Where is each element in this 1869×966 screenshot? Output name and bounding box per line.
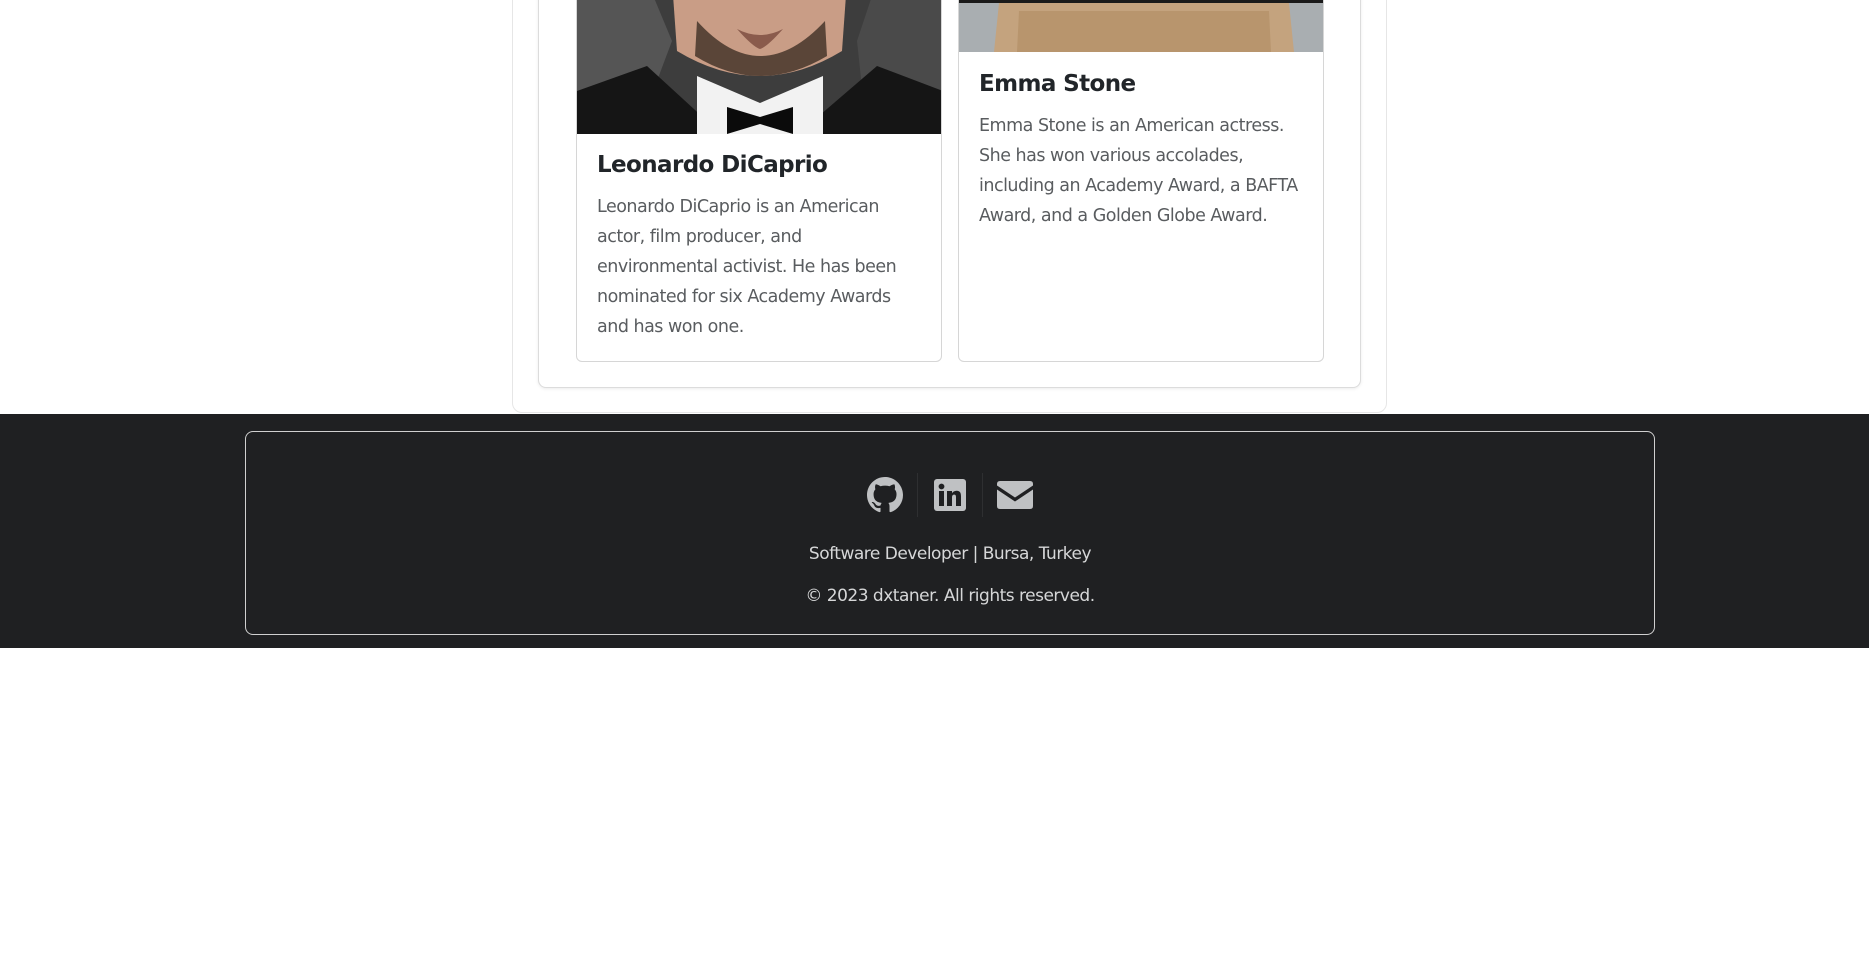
- github-icon: [867, 477, 903, 513]
- footer-tagline: Software Developer | Bursa, Turkey: [808, 544, 1092, 564]
- footer-copyright: © 2023 dxtaner. All rights reserved.: [805, 586, 1095, 606]
- social-links: [246, 472, 1654, 518]
- linkedin-icon: [934, 479, 966, 511]
- site-footer: Software Developer | Bursa, Turkey © 202…: [0, 414, 1869, 648]
- email-link[interactable]: [983, 473, 1047, 517]
- actor-bio: Leonardo DiCaprio is an American actor, …: [597, 197, 897, 337]
- linkedin-link[interactable]: [918, 473, 982, 517]
- actor-card-emma-stone: Emma Stone Emma Stone is an American act…: [958, 0, 1324, 362]
- github-link[interactable]: [853, 473, 917, 517]
- footer-container: Software Developer | Bursa, Turkey © 202…: [245, 431, 1655, 635]
- actor-bio: Emma Stone is an American actress. She h…: [979, 116, 1298, 226]
- actor-card-leonardo-dicaprio: Leonardo DiCaprio Leonardo DiCaprio is a…: [576, 0, 942, 362]
- actor-photo-leonardo-dicaprio: [577, 0, 941, 134]
- envelope-icon: [997, 481, 1033, 509]
- actor-photo-emma-stone: [959, 0, 1323, 52]
- actor-name: Emma Stone: [979, 71, 1136, 97]
- actor-name: Leonardo DiCaprio: [597, 152, 828, 178]
